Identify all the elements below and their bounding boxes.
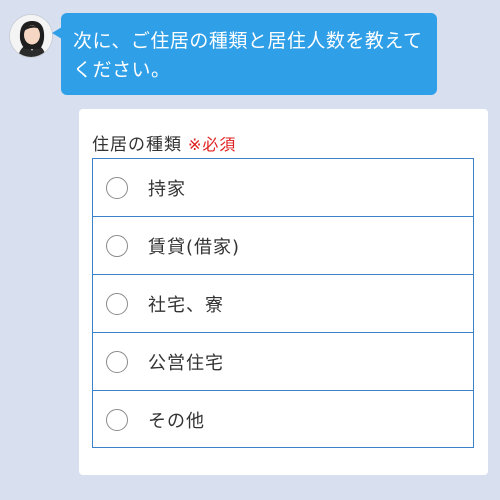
- option-company-housing[interactable]: 社宅、寮: [93, 275, 473, 333]
- field-label-text: 住居の種類: [92, 135, 182, 155]
- radio-icon[interactable]: [106, 350, 128, 373]
- radio-icon[interactable]: [106, 234, 128, 257]
- radio-icon[interactable]: [106, 176, 128, 199]
- chat-message-bubble: 次に、ご住居の種類と居住人数を教えてください。: [52, 13, 437, 95]
- required-badge: ※必須: [188, 135, 237, 154]
- option-label: 賃貸(借家): [148, 236, 241, 258]
- housing-type-options: 持家 賃貸(借家) 社宅、寮 公営住宅 その他: [92, 158, 474, 448]
- radio-icon[interactable]: [106, 409, 128, 431]
- housing-type-form: 住居の種類 ※必須 持家 賃貸(借家) 社宅、寮 公営住宅 その他: [79, 109, 488, 475]
- field-label: 住居の種類 ※必須: [92, 130, 236, 155]
- option-label: 社宅、寮: [148, 294, 224, 316]
- chat-message-text: 次に、ご住居の種類と居住人数を教えてください。: [73, 30, 423, 81]
- operator-avatar-icon: [10, 15, 52, 57]
- operator-avatar: [9, 14, 53, 58]
- option-label: 公営住宅: [148, 352, 224, 374]
- option-public-housing[interactable]: 公営住宅: [93, 333, 473, 391]
- radio-icon[interactable]: [106, 292, 128, 315]
- option-rental[interactable]: 賃貸(借家): [93, 217, 473, 275]
- option-label: 持家: [148, 178, 186, 200]
- option-owned-house[interactable]: 持家: [93, 159, 473, 217]
- option-other[interactable]: その他: [93, 391, 473, 449]
- option-label: その他: [148, 411, 205, 432]
